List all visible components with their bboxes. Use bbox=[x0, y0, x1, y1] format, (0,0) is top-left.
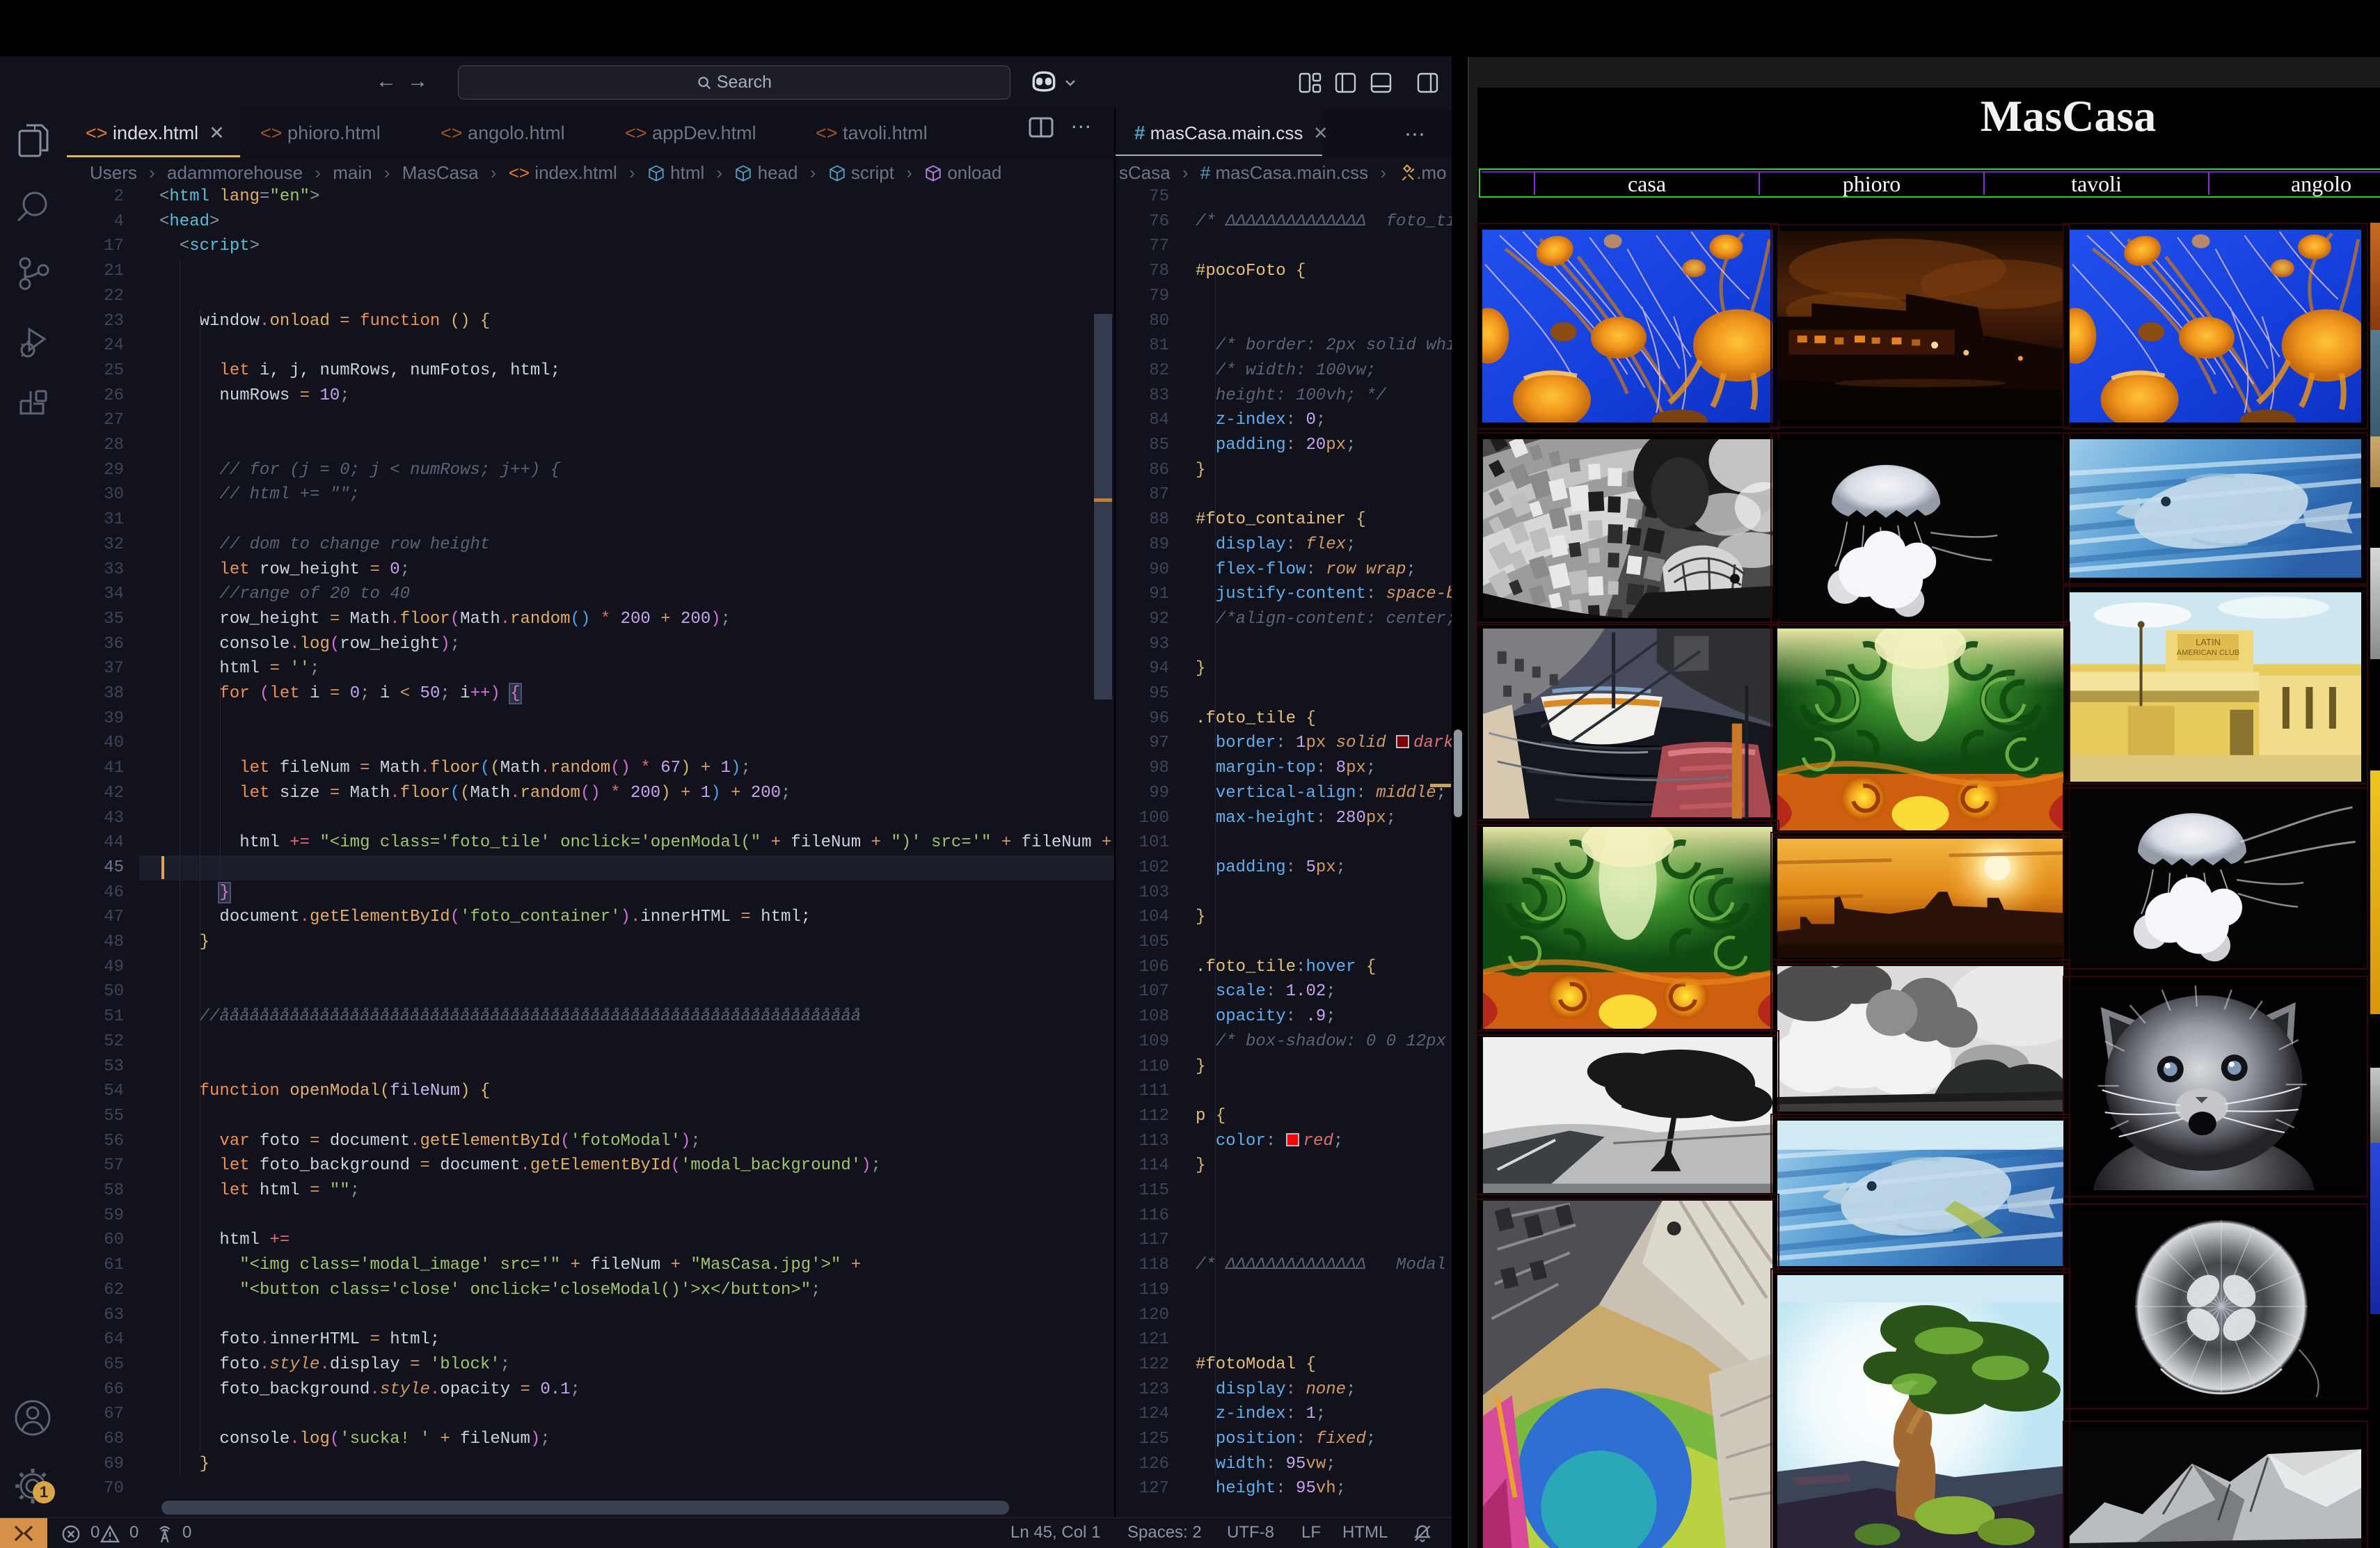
svg-text:LATIN: LATIN bbox=[2196, 637, 2221, 647]
svg-text:AMERICAN CLUB: AMERICAN CLUB bbox=[2177, 649, 2239, 657]
